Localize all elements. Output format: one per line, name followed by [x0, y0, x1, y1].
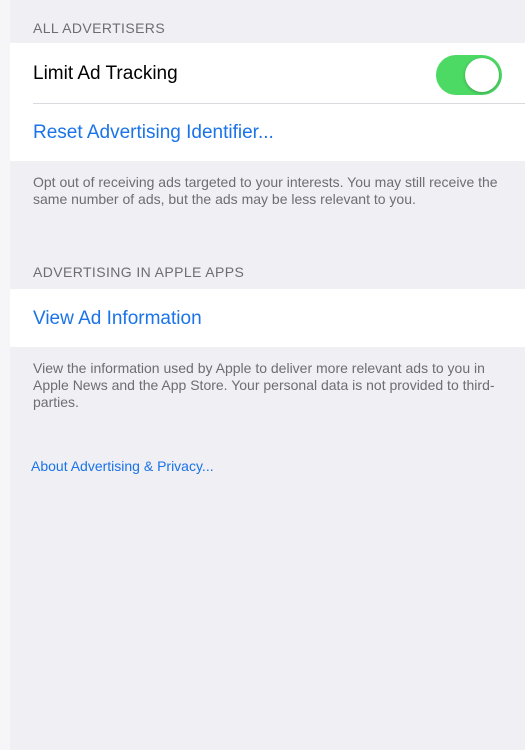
all-advertisers-group: Limit Ad Tracking Reset Advertising Iden… [10, 43, 525, 161]
section-header-advertising-in-apple-apps: ADVERTISING IN APPLE APPS [33, 264, 245, 280]
limit-ad-tracking-toggle[interactable] [436, 55, 502, 95]
left-edge-strip [0, 0, 10, 750]
apple-apps-group: View Ad Information [10, 289, 525, 347]
limit-ad-tracking-label: Limit Ad Tracking [33, 63, 178, 84]
settings-screen: ALL ADVERTISERS Limit Ad Tracking Reset … [0, 0, 525, 750]
view-ad-information-link[interactable]: View Ad Information [33, 308, 202, 330]
view-ad-information-row[interactable]: View Ad Information [10, 289, 525, 347]
toggle-knob [465, 58, 499, 92]
about-advertising-privacy-link[interactable]: About Advertising & Privacy... [31, 458, 214, 474]
all-advertisers-footer-text: Opt out of receiving ads targeted to you… [33, 174, 498, 207]
reset-advertising-identifier-link[interactable]: Reset Advertising Identifier... [33, 122, 274, 144]
apple-apps-footer-text: View the information used by Apple to de… [33, 360, 495, 410]
limit-ad-tracking-row: Limit Ad Tracking [10, 43, 525, 103]
reset-advertising-identifier-row[interactable]: Reset Advertising Identifier... [10, 104, 525, 161]
section-header-all-advertisers: ALL ADVERTISERS [33, 20, 166, 36]
